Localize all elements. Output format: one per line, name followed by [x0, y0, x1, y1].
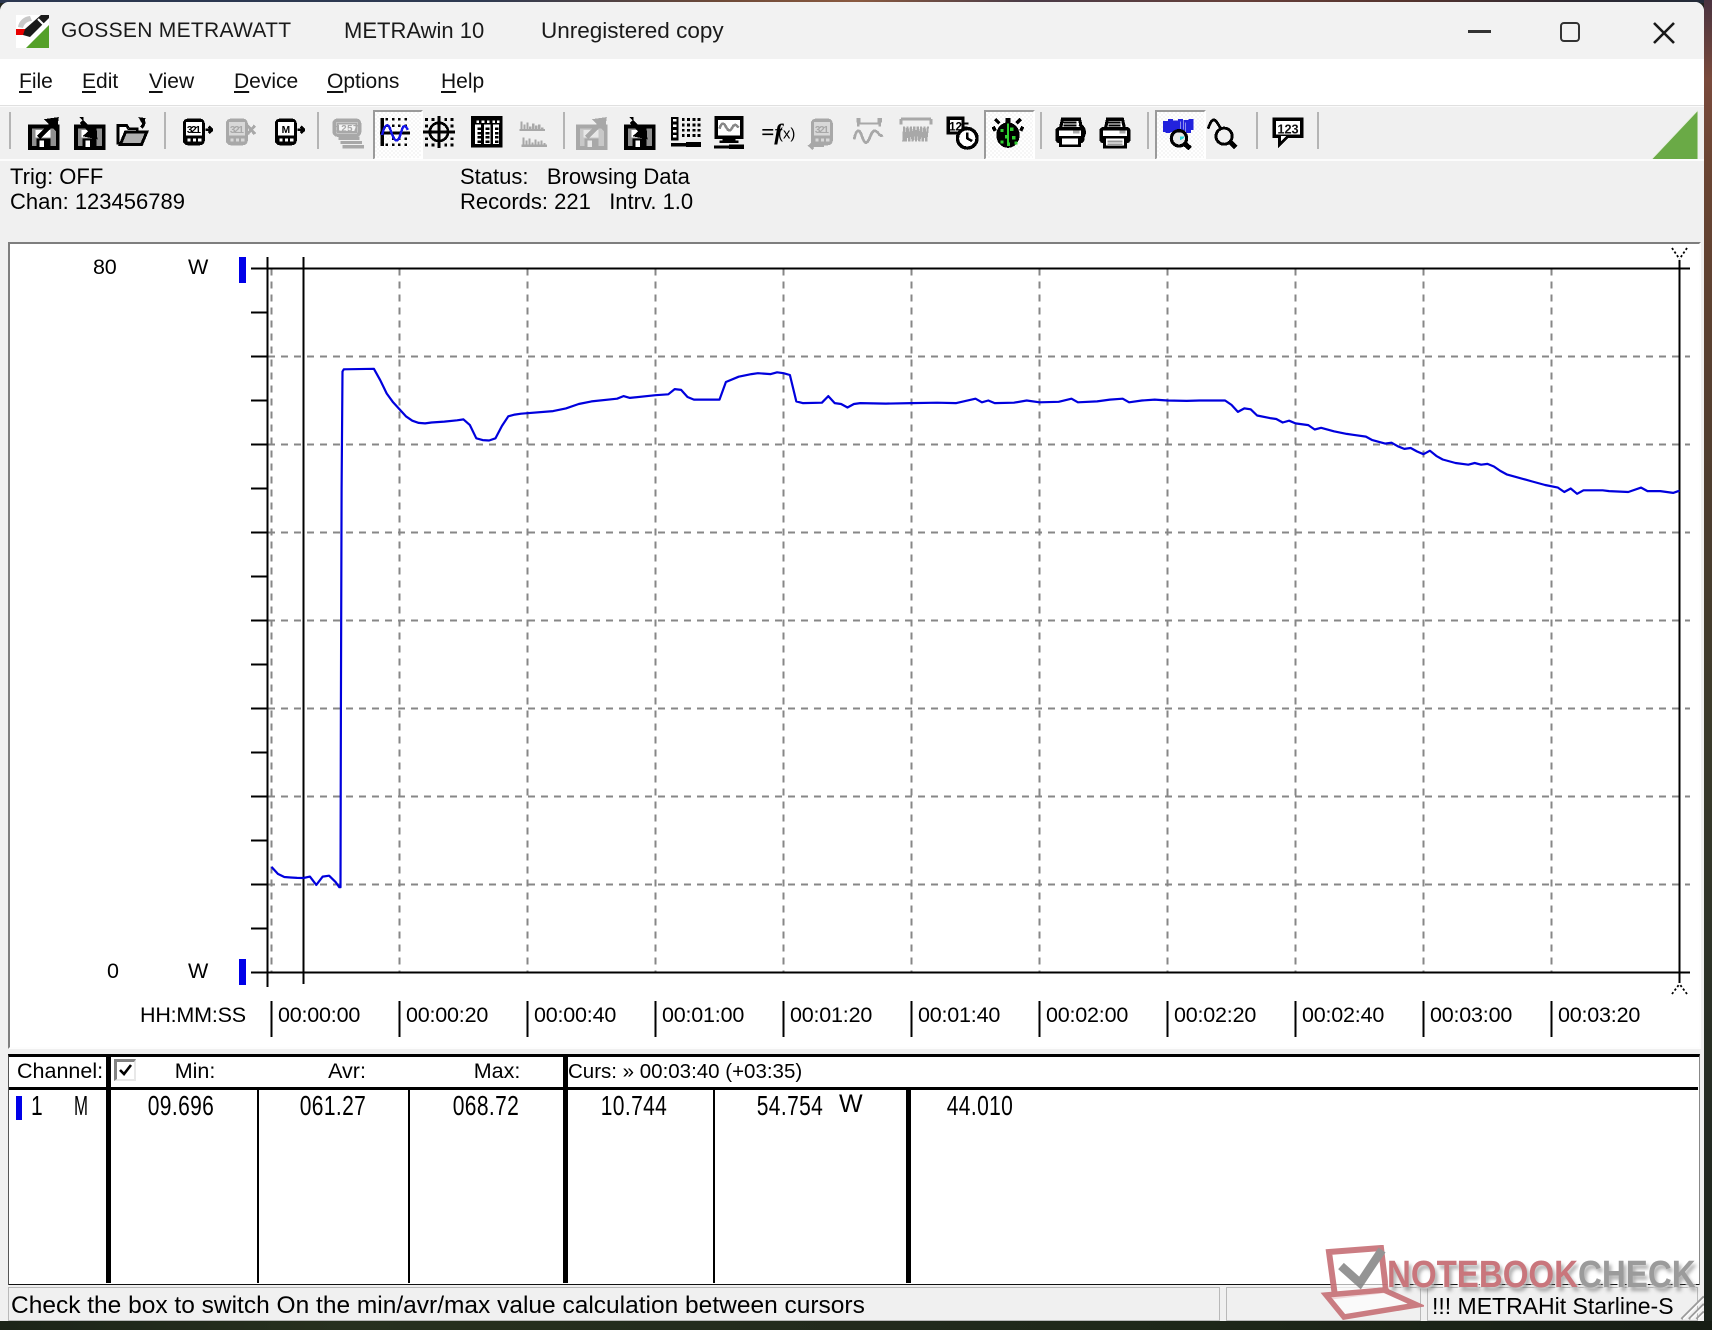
svg-text:321: 321: [230, 125, 244, 136]
svg-text:321: 321: [187, 125, 201, 136]
svg-text:1257: 1257: [335, 123, 359, 134]
svg-text:123: 123: [1277, 121, 1298, 136]
svg-text:M: M: [282, 125, 291, 136]
svg-text:321: 321: [815, 125, 829, 136]
svg-text:(x): (x): [778, 126, 795, 142]
